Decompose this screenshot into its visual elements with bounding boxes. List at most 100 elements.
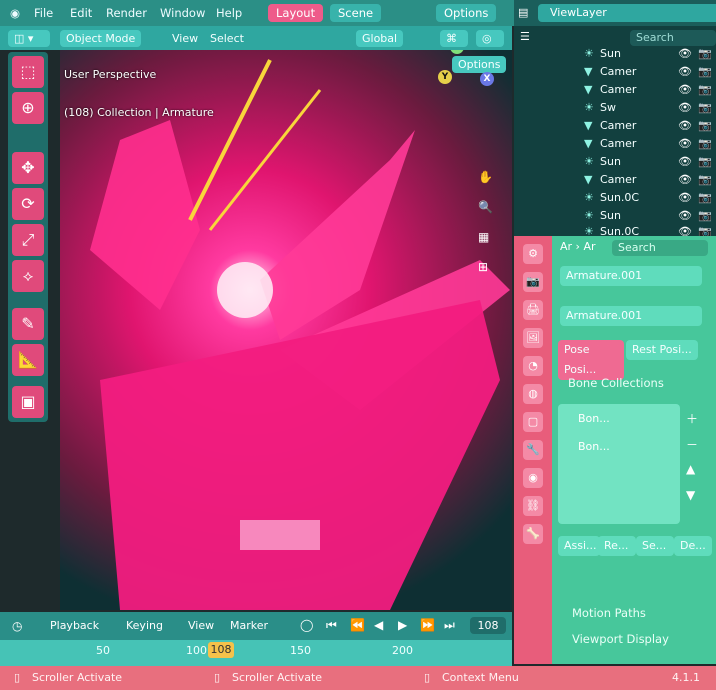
play-icon[interactable]: ▶ [398,618,407,632]
gizmo-y-axis[interactable]: Y [438,70,452,84]
eye-icon[interactable]: 👁 [678,209,692,222]
tab-layout[interactable]: Layout [268,4,324,22]
prev-key-icon[interactable]: ⏪ [350,618,365,632]
marker-menu[interactable]: Marker [230,619,268,632]
camera-icon[interactable]: 📷 [698,191,712,204]
outliner-row[interactable]: ☀ Sun 👁 📷 [514,154,716,170]
viewport-display-header[interactable]: Viewport Display [572,632,669,646]
move-icon[interactable]: ✥ [12,152,44,184]
menu-edit[interactable]: Edit [70,6,92,20]
transform-icon[interactable]: ⟡ [12,260,44,292]
physics-tab-icon[interactable]: ◉ [523,468,543,488]
auto-key-icon[interactable]: ◯ [300,618,313,632]
select-box-icon[interactable]: ⬚ [12,56,44,88]
hand-pan-icon[interactable]: ✋ [478,170,493,184]
viewport-options[interactable]: Options [452,56,507,73]
menu-file[interactable]: File [34,6,53,20]
remove-icon[interactable]: － [686,436,698,453]
snap-icon[interactable]: ⌘ [440,30,468,47]
jump-end-icon[interactable]: ⏭ [444,618,455,633]
playhead[interactable]: 108 [208,642,234,658]
measure-icon[interactable]: 📐 [12,344,44,376]
viewlayer-icon[interactable]: ▤ [518,6,528,19]
eye-icon[interactable]: 👁 [678,155,692,168]
outliner-row[interactable]: ☀ Sun 👁 📷 [514,208,716,224]
timeline-editor-icon[interactable]: ◷ [12,619,22,633]
proportional-icon[interactable]: ◎ [476,30,504,47]
remove-button[interactable]: Re... [598,536,636,556]
bone-collection-item[interactable]: Bon... [578,412,610,425]
camera-icon[interactable]: 📷 [698,155,712,168]
current-frame-field[interactable]: 108 [470,617,506,634]
top-options[interactable]: Options [436,4,497,22]
scene-tab-icon[interactable]: ◔ [523,356,543,376]
output-tab-icon[interactable]: 🖨 [523,300,543,320]
outliner-row[interactable]: ☀ Sun.0C 👁 📷 [514,190,716,206]
next-key-icon[interactable]: ⏩ [420,618,435,632]
timeline-track[interactable]: 50 100 108 150 200 [0,640,512,666]
filter-icon[interactable]: ☰ [520,30,530,43]
outliner-search[interactable]: Search [630,30,716,46]
move-up-icon[interactable]: ▲ [686,462,695,476]
jump-start-icon[interactable]: ⏮ [326,618,337,633]
pose-position-button[interactable]: Pose Posi... [558,340,624,380]
eye-icon[interactable]: 👁 [678,137,692,150]
deselect-button[interactable]: De... [674,536,712,556]
tool-tab-icon[interactable]: ⚙ [523,244,543,264]
cursor-icon[interactable]: ⊕ [12,92,44,124]
rotate-icon[interactable]: ⟳ [12,188,44,220]
scene-selector[interactable]: Scene [330,4,382,22]
pose-name-field[interactable]: Armature.001 [560,306,702,326]
outliner-row[interactable]: ▼ Camer 👁 📷 [514,64,716,80]
camera-icon[interactable]: 📷 [698,119,712,132]
properties-search[interactable]: Search [612,240,708,256]
eye-icon[interactable]: 👁 [678,83,692,96]
eye-icon[interactable]: 👁 [678,173,692,186]
outliner-row[interactable]: ▼ Camer 👁 📷 [514,136,716,152]
camera-icon[interactable]: 📷 [698,83,712,96]
assign-button[interactable]: Assi... [558,536,600,556]
constraint-tab-icon[interactable]: ⛓ [523,496,543,516]
menu-render[interactable]: Render [106,6,147,20]
outliner-row[interactable]: ☀ Sw 👁 📷 [514,100,716,116]
camera-view-icon[interactable]: ▦ [478,230,489,244]
outliner-row[interactable]: ▼ Camer 👁 📷 [514,172,716,188]
world-tab-icon[interactable]: ◍ [523,384,543,404]
bone-collection-item[interactable]: Bon... [578,440,610,453]
editor-type-icon[interactable]: ◫ ▾ [8,30,50,47]
add-icon[interactable]: ＋ [686,410,698,427]
menu-help[interactable]: Help [216,6,242,20]
armature-data-tab-icon[interactable]: 🦴 [523,524,543,544]
add-cube-icon[interactable]: ▣ [12,386,44,418]
motion-paths-header[interactable]: Motion Paths [572,606,646,620]
render-tab-icon[interactable]: 📷 [523,272,543,292]
camera-icon[interactable]: 📷 [698,47,712,60]
camera-icon[interactable]: 📷 [698,209,712,222]
keying-menu[interactable]: Keying [126,619,163,632]
rest-position-button[interactable]: Rest Posi... [626,340,698,360]
3d-viewport[interactable]: User Perspective (108) Collection | Arma… [60,50,512,610]
outliner-row[interactable]: ▼ Camer 👁 📷 [514,82,716,98]
ortho-toggle-icon[interactable]: ⊞ [478,260,488,274]
play-reverse-icon[interactable]: ◀ [374,618,383,632]
gizmo-x-axis[interactable]: X [480,72,494,86]
eye-icon[interactable]: 👁 [678,119,692,132]
outliner-row[interactable]: ☀ Sun 👁 📷 [514,46,716,62]
view-menu[interactable]: View [166,30,204,47]
view-layer-tab-icon[interactable]: 🖼 [523,328,543,348]
camera-icon[interactable]: 📷 [698,137,712,150]
annotate-icon[interactable]: ✎ [12,308,44,340]
view-menu-timeline[interactable]: View [188,619,214,632]
eye-icon[interactable]: 👁 [678,47,692,60]
eye-icon[interactable]: 👁 [678,65,692,78]
transform-orientation[interactable]: Global [356,30,404,47]
camera-icon[interactable]: 📷 [698,173,712,186]
blender-logo-icon[interactable]: ◉ [10,6,20,20]
object-name-field[interactable]: Armature.001 [560,266,702,286]
eye-icon[interactable]: 👁 [678,191,692,204]
eye-icon[interactable]: 👁 [678,101,692,114]
mode-selector[interactable]: Object Mode [60,30,142,47]
playback-menu[interactable]: Playback [50,619,99,632]
scale-icon[interactable]: ⤢ [12,224,44,256]
camera-icon[interactable]: 📷 [698,65,712,78]
